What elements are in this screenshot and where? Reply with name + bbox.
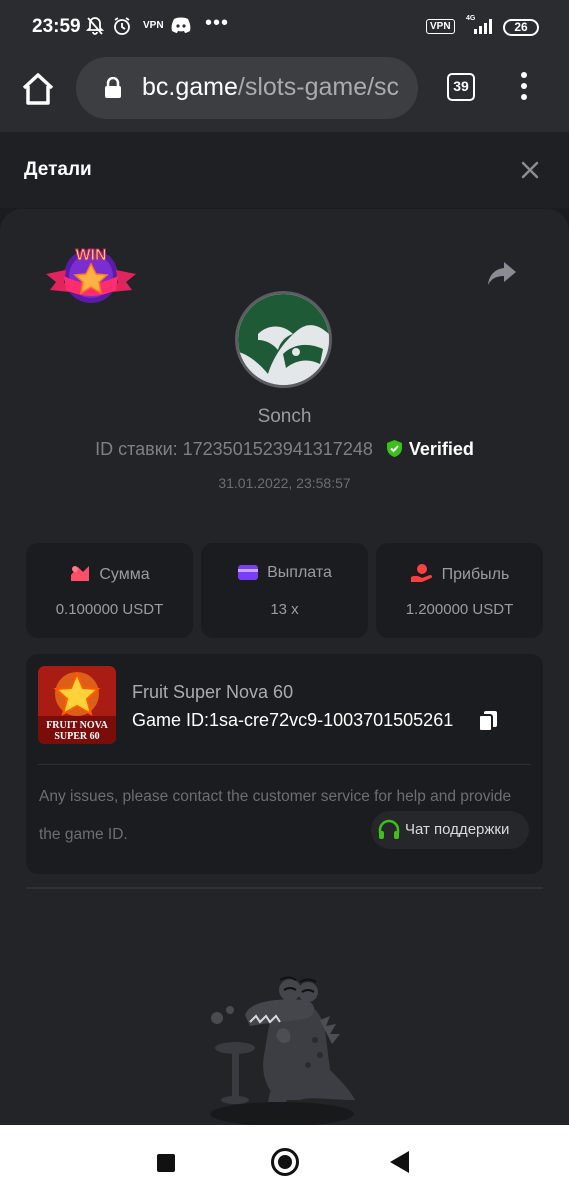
stat-amount-label: Сумма	[26, 563, 193, 584]
address-bar[interactable]: bc.game/slots-game/sc	[76, 57, 418, 119]
headphones-icon	[378, 819, 400, 839]
game-thumbnail[interactable]: FRUIT NOVA SUPER 60	[38, 666, 116, 744]
bet-datetime: 31.01.2022, 23:58:57	[218, 475, 351, 491]
wallet-icon	[238, 565, 259, 580]
game-id: Game ID:1sa-cre72vc9-1003701505261	[132, 710, 453, 731]
game-id-value: 1sa-cre72vc9-1003701505261	[209, 710, 454, 730]
status-time: 23:59	[32, 16, 81, 37]
back-icon[interactable]	[390, 1151, 409, 1173]
stat-amount-value: 0.100000 USDT	[55, 601, 164, 618]
page-title: Детали	[24, 159, 92, 180]
copy-icon[interactable]	[478, 710, 498, 732]
recent-apps-icon[interactable]	[157, 1154, 175, 1172]
crocodile-mascot-icon	[190, 960, 360, 1130]
bet-id-row: ID ставки: 1723501523941317248 Verified	[0, 439, 569, 460]
svg-text:FRUIT NOVA: FRUIT NOVA	[46, 720, 108, 731]
browser-menu-icon[interactable]	[516, 72, 532, 104]
url-domain: bc.game	[142, 73, 238, 101]
verified-shield-icon	[386, 439, 403, 458]
stat-payout: Выплата 13 x	[201, 543, 368, 638]
stat-payout-value: 13 x	[270, 601, 299, 618]
share-icon[interactable]	[486, 258, 518, 288]
section-divider	[26, 887, 543, 889]
browser-toolbar: bc.game/slots-game/sc 39	[0, 56, 569, 132]
url-text[interactable]: bc.game/slots-game/sc	[142, 73, 399, 102]
svg-text:WIN: WIN	[75, 247, 106, 264]
signal-icon: 4G	[466, 15, 494, 34]
system-navigation-bar	[0, 1125, 569, 1200]
username: Sonch	[257, 406, 312, 427]
tab-switcher-button[interactable]: 39	[447, 73, 475, 101]
close-icon[interactable]	[518, 158, 542, 182]
support-chat-button[interactable]: Чат поддержки	[371, 811, 529, 849]
stat-profit: Прибыль 1.200000 USDT	[376, 543, 543, 638]
alarm-icon	[112, 16, 132, 41]
url-path: /slots-game/sc	[237, 73, 400, 101]
game-id-label: Game ID:	[132, 710, 210, 730]
amount-icon	[71, 566, 90, 581]
avatar	[235, 291, 332, 388]
home-button-icon[interactable]	[271, 1148, 299, 1176]
stat-amount: Сумма 0.100000 USDT	[26, 543, 193, 638]
support-chat-label: Чат поддержки	[405, 821, 510, 838]
vpn-indicator: VPN	[143, 20, 164, 31]
stat-profit-label: Прибыль	[376, 563, 543, 584]
game-info-box: FRUIT NOVA SUPER 60 Fruit Super Nova 60 …	[26, 654, 543, 874]
status-bar: 23:59 VPN ••• VPN 4G 26	[0, 0, 569, 56]
stat-profit-value: 1.200000 USDT	[405, 601, 514, 618]
stat-payout-label: Выплата	[201, 563, 368, 582]
profit-icon	[410, 564, 432, 582]
bet-id-value: 1723501523941317248	[182, 439, 373, 459]
divider	[38, 764, 531, 765]
lock-icon	[104, 76, 122, 99]
muted-bell-icon	[85, 16, 105, 41]
more-notifications-icon: •••	[205, 12, 230, 34]
game-name[interactable]: Fruit Super Nova 60	[132, 682, 293, 703]
details-header: Детали	[0, 132, 569, 208]
battery-icon: 26	[503, 19, 539, 36]
discord-icon	[170, 16, 192, 39]
verified-label: Verified	[408, 439, 474, 459]
svg-text:SUPER 60: SUPER 60	[54, 731, 99, 742]
home-icon[interactable]	[20, 71, 56, 107]
win-badge-icon: WIN	[44, 240, 138, 310]
vpn-badge: VPN	[426, 19, 455, 34]
bet-id-label: ID ставки:	[95, 439, 178, 459]
